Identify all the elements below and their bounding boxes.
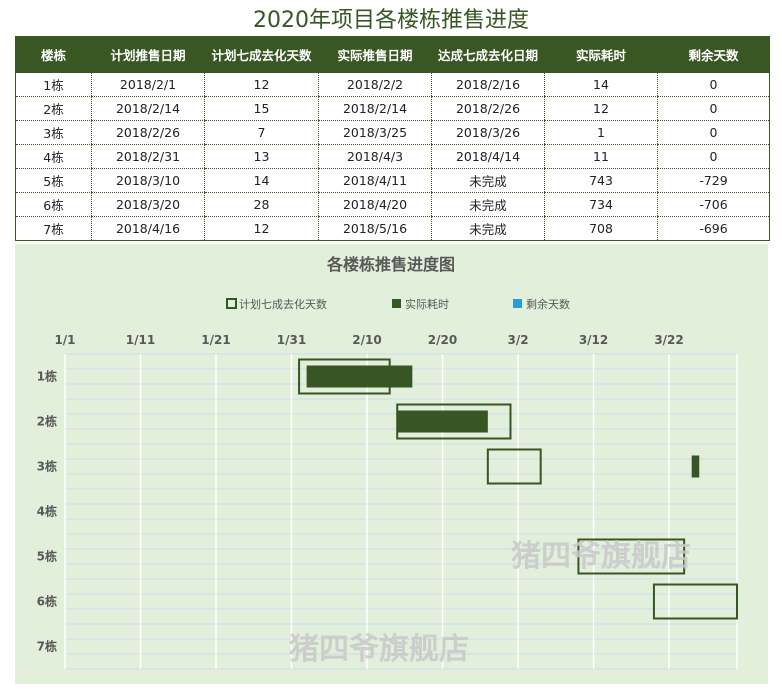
cell-achieve-date: 2018/3/26 xyxy=(431,120,545,145)
cell-actual-date: 2018/2/2 xyxy=(318,72,432,97)
watermark-right: 猪四爷旗舰店 xyxy=(511,539,691,574)
cell-actual-days: 1 xyxy=(544,120,658,145)
cell-actual-days: 11 xyxy=(544,144,658,169)
legend-swatch-actual xyxy=(392,299,401,308)
cell-actual-days: 743 xyxy=(544,168,658,193)
legend-label-remain: 剩余天数 xyxy=(526,297,570,311)
category-label: 1栋 xyxy=(37,369,57,384)
cell-building: 7栋 xyxy=(15,216,92,241)
cell-actual-date: 2018/5/16 xyxy=(318,216,432,241)
cell-plan-days: 7 xyxy=(204,120,319,145)
category-label: 2栋 xyxy=(37,414,57,429)
cell-achieve-date: 未完成 xyxy=(431,192,545,217)
x-tick-label: 1/21 xyxy=(201,333,230,347)
cell-remaining-days: -729 xyxy=(657,168,770,193)
cell-building: 2栋 xyxy=(15,96,92,121)
cell-remaining-days: -696 xyxy=(657,216,770,241)
page-title: 2020年项目各楼栋推售进度 xyxy=(253,8,529,33)
legend-label-plan: 计划七成去化天数 xyxy=(239,297,327,311)
x-tick-label: 3/22 xyxy=(654,333,683,347)
cell-achieve-date: 2018/2/26 xyxy=(431,96,545,121)
header-actual-date: 实际推售日期 xyxy=(318,36,432,73)
x-tick-label: 2/10 xyxy=(352,333,381,347)
cell-building: 3栋 xyxy=(15,120,92,145)
cell-plan-date: 2018/2/14 xyxy=(91,96,205,121)
cell-actual-date: 2018/4/11 xyxy=(318,168,432,193)
table-row: 1栋 2018/2/1 12 2018/2/2 2018/2/16 14 0 xyxy=(15,72,770,97)
cell-remaining-days: -706 xyxy=(657,192,770,217)
cell-achieve-date: 2018/4/14 xyxy=(431,144,545,169)
cell-actual-days: 734 xyxy=(544,192,658,217)
legend-swatch-plan xyxy=(226,298,237,309)
cell-building: 4栋 xyxy=(15,144,92,169)
cell-plan-date: 2018/2/1 xyxy=(91,72,205,97)
table-row: 5栋 2018/3/10 14 2018/4/11 未完成 743 -729 xyxy=(15,168,770,193)
legend-swatch-remain xyxy=(513,299,522,308)
progress-table: 楼栋 计划推售日期 计划七成去化天数 实际推售日期 达成七成去化日期 实际耗时 … xyxy=(15,36,770,241)
actual-bar xyxy=(397,410,488,433)
x-tick-label: 3/2 xyxy=(507,333,528,347)
header-building: 楼栋 xyxy=(15,36,92,73)
table-row: 6栋 2018/3/20 28 2018/4/20 未完成 734 -706 xyxy=(15,192,770,217)
cell-plan-date: 2018/3/10 xyxy=(91,168,205,193)
cell-achieve-date: 2018/2/16 xyxy=(431,72,545,97)
plan-bar xyxy=(486,448,542,485)
cell-building: 5栋 xyxy=(15,168,92,193)
actual-bar xyxy=(691,455,700,478)
cell-actual-date: 2018/2/14 xyxy=(318,96,432,121)
cell-actual-days: 14 xyxy=(544,72,658,97)
cell-plan-days: 14 xyxy=(204,168,319,193)
cell-plan-days: 13 xyxy=(204,144,319,169)
x-tick-label: 1/11 xyxy=(126,333,155,347)
cell-plan-date: 2018/3/20 xyxy=(91,192,205,217)
table-row: 4栋 2018/2/31 13 2018/4/3 2018/4/14 11 0 xyxy=(15,144,770,169)
cell-plan-days: 12 xyxy=(204,216,319,241)
table-row: 3栋 2018/2/26 7 2018/3/25 2018/3/26 1 0 xyxy=(15,120,770,145)
chart-legend: 计划七成去化天数 实际耗时 剩余天数 xyxy=(226,297,570,311)
actual-bar xyxy=(306,365,413,388)
category-label: 6栋 xyxy=(37,594,57,609)
table-row: 2栋 2018/2/14 15 2018/2/14 2018/2/26 12 0 xyxy=(15,96,770,121)
header-plan-date: 计划推售日期 xyxy=(91,36,205,73)
cell-plan-date: 2018/2/31 xyxy=(91,144,205,169)
cell-plan-date: 2018/2/26 xyxy=(91,120,205,145)
x-tick-label: 2/20 xyxy=(428,333,457,347)
header-actual-days: 实际耗时 xyxy=(544,36,658,73)
cell-actual-days: 708 xyxy=(544,216,658,241)
legend-label-actual: 实际耗时 xyxy=(405,297,449,311)
table-row: 7栋 2018/4/16 12 2018/5/16 未完成 708 -696 xyxy=(15,216,770,241)
watermark-bottom: 猪四爷旗舰店 xyxy=(289,632,469,667)
category-label: 5栋 xyxy=(37,549,57,564)
table-header-row: 楼栋 计划推售日期 计划七成去化天数 实际推售日期 达成七成去化日期 实际耗时 … xyxy=(15,36,770,73)
plan-bar xyxy=(652,583,739,620)
cell-plan-date: 2018/4/16 xyxy=(91,216,205,241)
x-tick-label: 1/1 xyxy=(54,333,75,347)
cell-remaining-days: 0 xyxy=(657,96,770,121)
x-tick-label: 3/12 xyxy=(579,333,608,347)
category-label: 7栋 xyxy=(37,639,57,654)
cell-achieve-date: 未完成 xyxy=(431,216,545,241)
gantt-chart: 各楼栋推售进度图 计划七成去化天数 实际耗时 剩余天数 1/1 1/11 1/21 1… xyxy=(15,244,768,684)
cell-building: 6栋 xyxy=(15,192,92,217)
cell-plan-days: 12 xyxy=(204,72,319,97)
cell-remaining-days: 0 xyxy=(657,120,770,145)
cell-remaining-days: 0 xyxy=(657,144,770,169)
category-label: 3栋 xyxy=(37,459,57,474)
cell-building: 1栋 xyxy=(15,72,92,97)
cell-actual-date: 2018/4/20 xyxy=(318,192,432,217)
cell-plan-days: 15 xyxy=(204,96,319,121)
cell-achieve-date: 未完成 xyxy=(431,168,545,193)
chart-title: 各楼栋推售进度图 xyxy=(326,255,455,274)
header-remaining-days: 剩余天数 xyxy=(657,36,770,73)
cell-actual-days: 12 xyxy=(544,96,658,121)
x-tick-label: 1/31 xyxy=(277,333,306,347)
header-plan-days: 计划七成去化天数 xyxy=(204,36,319,73)
cell-actual-date: 2018/3/25 xyxy=(318,120,432,145)
gantt-chart-svg: 各楼栋推售进度图 计划七成去化天数 实际耗时 剩余天数 1/1 1/11 1/21 1… xyxy=(37,255,739,670)
header-achieve-date: 达成七成去化日期 xyxy=(431,36,545,73)
cell-plan-days: 28 xyxy=(204,192,319,217)
cell-remaining-days: 0 xyxy=(657,72,770,97)
category-label: 4栋 xyxy=(37,504,57,519)
cell-actual-date: 2018/4/3 xyxy=(318,144,432,169)
